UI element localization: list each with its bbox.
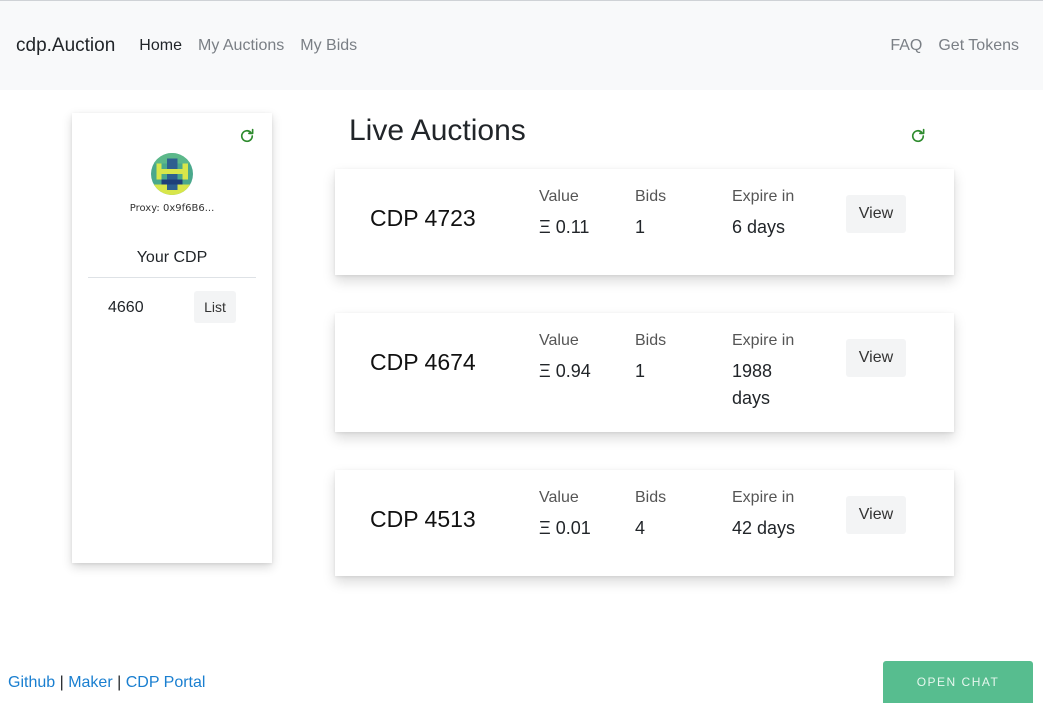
footer-separator: | bbox=[117, 674, 122, 691]
auction-value: Ξ 0.94 bbox=[539, 361, 591, 381]
auction-card: CDP 4674 Value Ξ 0.94 Bids 1 Expire in 1… bbox=[335, 313, 954, 432]
your-cdp-title: Your CDP bbox=[88, 249, 256, 278]
auction-bids: 1 bbox=[635, 361, 646, 381]
nav-faq[interactable]: FAQ bbox=[890, 37, 922, 55]
footer-links: Github | Maker | CDP Portal bbox=[8, 674, 205, 692]
expire-label: Expire in bbox=[732, 489, 795, 506]
auction-card: CDP 4513 Value Ξ 0.01 Bids 4 Expire in 4… bbox=[335, 470, 954, 576]
bids-label: Bids bbox=[635, 489, 667, 506]
view-button[interactable]: View bbox=[846, 339, 906, 377]
auction-value: Ξ 0.01 bbox=[539, 518, 591, 538]
footer-separator: | bbox=[59, 674, 64, 691]
open-chat-button[interactable]: OPEN CHAT bbox=[883, 661, 1033, 703]
value-label: Value bbox=[539, 188, 579, 205]
auction-bids: 4 bbox=[635, 518, 646, 538]
live-auctions-title: Live Auctions bbox=[349, 114, 526, 147]
view-button[interactable]: View bbox=[846, 195, 906, 233]
auction-expire: 6 days bbox=[732, 217, 786, 237]
list-button[interactable]: List bbox=[194, 291, 236, 323]
nav-right-group: FAQ Get Tokens bbox=[874, 37, 1027, 55]
top-navbar: cdp.Auction Home My Auctions My Bids FAQ… bbox=[0, 0, 1043, 90]
profile-card: Proxy: 0x9f6B6... Your CDP 4660 List bbox=[72, 113, 272, 563]
auction-cdp-title: CDP 4674 bbox=[370, 349, 476, 375]
auction-value: Ξ 0.11 bbox=[539, 217, 590, 237]
view-button[interactable]: View bbox=[846, 496, 906, 534]
footer-link-github[interactable]: Github bbox=[8, 674, 55, 691]
footer-link-maker[interactable]: Maker bbox=[68, 674, 112, 691]
value-label: Value bbox=[539, 489, 579, 506]
proxy-address: Proxy: 0x9f6B6... bbox=[129, 203, 215, 214]
value-label: Value bbox=[539, 332, 579, 349]
footer-link-cdp-portal[interactable]: CDP Portal bbox=[126, 674, 206, 691]
refresh-icon[interactable] bbox=[909, 127, 927, 145]
bids-label: Bids bbox=[635, 332, 667, 349]
auction-bids: 1 bbox=[635, 217, 646, 237]
nav-my-bids[interactable]: My Bids bbox=[300, 37, 357, 55]
auction-cdp-title: CDP 4513 bbox=[370, 506, 476, 532]
identicon-avatar bbox=[151, 153, 193, 195]
auction-cdp-title: CDP 4723 bbox=[370, 205, 476, 231]
cdp-number: 4660 bbox=[108, 299, 144, 316]
brand-logo[interactable]: cdp.Auction bbox=[16, 35, 115, 57]
auction-expire: 42 days bbox=[732, 518, 796, 538]
nav-home[interactable]: Home bbox=[139, 37, 182, 55]
bids-label: Bids bbox=[635, 188, 667, 205]
auction-card: CDP 4723 Value Ξ 0.11 Bids 1 Expire in 6… bbox=[335, 169, 954, 275]
expire-label: Expire in bbox=[732, 188, 795, 205]
nav-my-auctions[interactable]: My Auctions bbox=[198, 37, 284, 55]
refresh-icon[interactable] bbox=[238, 127, 256, 145]
auction-expire: 1988 days bbox=[732, 361, 773, 408]
nav-get-tokens[interactable]: Get Tokens bbox=[938, 37, 1019, 55]
expire-label: Expire in bbox=[732, 332, 795, 349]
